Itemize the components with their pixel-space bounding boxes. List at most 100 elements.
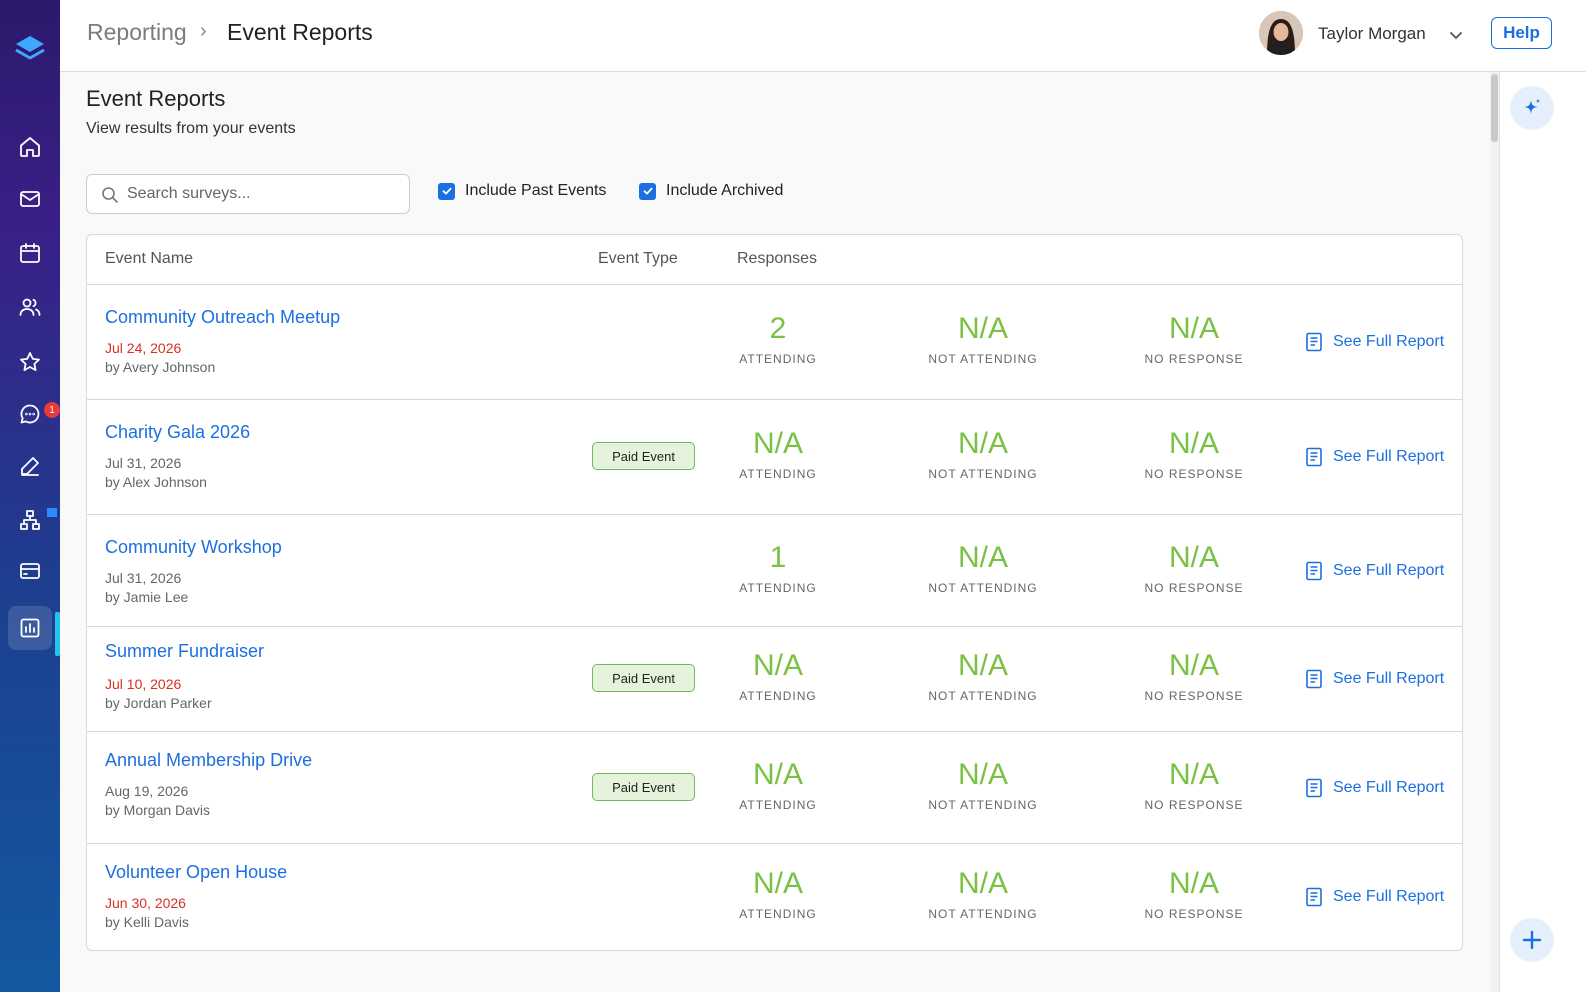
attending-label: ATTENDING (739, 581, 817, 595)
chat-icon (20, 404, 40, 424)
no-response-label: NO RESPONSE (1144, 907, 1244, 921)
not-attending-metric: N/A NOT ATTENDING (893, 427, 1073, 481)
document-icon (1306, 669, 1322, 689)
see-full-report-label: See Full Report (1333, 888, 1445, 905)
not-attending-value: N/A (957, 758, 1008, 791)
nav-calendar[interactable] (8, 233, 52, 273)
event-name-link[interactable]: Community Outreach Meetup (105, 307, 340, 328)
attending-label: ATTENDING (739, 352, 817, 366)
attending-metric: 1 ATTENDING (688, 541, 868, 595)
mail-icon (20, 191, 40, 207)
no-response-label: NO RESPONSE (1144, 352, 1244, 366)
event-date: Jul 31, 2026 (105, 570, 182, 586)
see-full-report-label: See Full Report (1333, 779, 1445, 796)
app-logo-icon[interactable] (12, 32, 48, 68)
breadcrumb-separator: › (200, 20, 207, 42)
event-name-link[interactable]: Annual Membership Drive (105, 750, 312, 771)
not-attending-label: NOT ATTENDING (928, 689, 1038, 703)
attending-value: 1 (769, 541, 787, 574)
breadcrumb-reporting[interactable]: Reporting (87, 19, 187, 46)
not-attending-metric: N/A NOT ATTENDING (893, 312, 1073, 366)
help-button[interactable]: Help (1491, 17, 1552, 49)
no-response-metric: N/A NO RESPONSE (1104, 649, 1284, 703)
nav-favorites[interactable] (8, 342, 52, 382)
attending-value: N/A (752, 867, 803, 900)
event-date: Jun 30, 2026 (105, 895, 186, 911)
search-input[interactable] (127, 175, 397, 213)
include-archived-checkbox[interactable]: Include Archived (639, 182, 783, 200)
not-attending-label: NOT ATTENDING (928, 907, 1038, 921)
add-button[interactable] (1510, 918, 1554, 962)
checkbox-checked-icon[interactable] (438, 182, 455, 200)
no-response-label: NO RESPONSE (1144, 798, 1244, 812)
chevron-down-icon[interactable] (1448, 27, 1464, 43)
include-past-events-label: Include Past Events (465, 182, 607, 199)
avatar[interactable] (1259, 11, 1303, 55)
table-header: Event Name Event Type Responses (87, 235, 1462, 285)
nav-billing[interactable] (8, 551, 52, 591)
no-response-metric: N/A NO RESPONSE (1104, 312, 1284, 366)
event-name-link[interactable]: Charity Gala 2026 (105, 422, 250, 443)
edit-icon (21, 457, 39, 476)
ai-assistant-button[interactable] (1510, 86, 1554, 130)
scrollbar-track[interactable] (1490, 72, 1499, 992)
attending-metric: N/A ATTENDING (688, 427, 868, 481)
paid-event-badge: Paid Event (592, 773, 695, 801)
nav-home[interactable] (8, 127, 52, 167)
not-attending-value: N/A (957, 427, 1008, 460)
not-attending-value: N/A (957, 541, 1008, 574)
nav-mail[interactable] (8, 179, 52, 219)
event-name-link[interactable]: Summer Fundraiser (105, 641, 264, 662)
reports-icon (20, 618, 40, 638)
no-response-label: NO RESPONSE (1144, 467, 1244, 481)
attending-label: ATTENDING (739, 467, 817, 481)
nav-reports[interactable] (8, 606, 52, 650)
nav-users[interactable] (8, 287, 52, 327)
include-past-events-checkbox[interactable]: Include Past Events (438, 182, 606, 200)
card-icon (20, 563, 40, 579)
document-icon (1306, 561, 1322, 581)
event-date: Jul 10, 2026 (105, 676, 182, 692)
see-full-report-link[interactable]: See Full Report (1305, 561, 1444, 581)
see-full-report-link[interactable]: See Full Report (1305, 447, 1444, 467)
event-author: by Kelli Davis (105, 914, 190, 930)
column-header-responses[interactable]: Responses (737, 250, 817, 268)
attending-value: N/A (752, 649, 803, 682)
nav-org-chart[interactable] (8, 500, 52, 540)
see-full-report-link[interactable]: See Full Report (1305, 887, 1444, 907)
checkbox-checked-icon[interactable] (639, 182, 656, 200)
calendar-icon (20, 243, 40, 263)
attending-label: ATTENDING (739, 689, 817, 703)
not-attending-metric: N/A NOT ATTENDING (893, 649, 1073, 703)
table-row: Community Workshop Jul 31, 2026 by Jamie… (87, 515, 1462, 627)
event-reports-table: Event Name Event Type Responses Communit… (86, 234, 1463, 951)
include-archived-label: Include Archived (666, 182, 784, 199)
see-full-report-link[interactable]: See Full Report (1305, 332, 1444, 352)
user-photo-icon (1259, 11, 1303, 55)
column-header-event-type[interactable]: Event Type (598, 250, 678, 268)
document-icon (1306, 447, 1322, 467)
event-name-link[interactable]: Community Workshop (105, 537, 282, 558)
see-full-report-link[interactable]: See Full Report (1305, 669, 1444, 689)
document-icon (1306, 887, 1322, 907)
user-name[interactable]: Taylor Morgan (1318, 24, 1426, 44)
not-attending-value: N/A (957, 649, 1008, 682)
home-icon (20, 137, 40, 157)
column-header-event-name[interactable]: Event Name (105, 250, 193, 268)
attending-label: ATTENDING (739, 798, 817, 812)
see-full-report-link[interactable]: See Full Report (1305, 778, 1444, 798)
not-attending-metric: N/A NOT ATTENDING (893, 867, 1073, 921)
scrollbar-thumb[interactable] (1491, 74, 1498, 142)
not-attending-value: N/A (957, 312, 1008, 345)
no-response-metric: N/A NO RESPONSE (1104, 541, 1284, 595)
attending-metric: 2 ATTENDING (688, 312, 868, 366)
no-response-value: N/A (1168, 867, 1219, 900)
paid-event-badge: Paid Event (592, 442, 695, 470)
see-full-report-label: See Full Report (1333, 448, 1445, 465)
chat-notification-badge: 1 (44, 402, 60, 418)
event-name-link[interactable]: Volunteer Open House (105, 862, 287, 883)
no-response-metric: N/A NO RESPONSE (1104, 867, 1284, 921)
nav-edit[interactable] (8, 446, 52, 486)
breadcrumb-current: Event Reports (227, 19, 373, 45)
event-date: Jul 24, 2026 (105, 340, 182, 356)
